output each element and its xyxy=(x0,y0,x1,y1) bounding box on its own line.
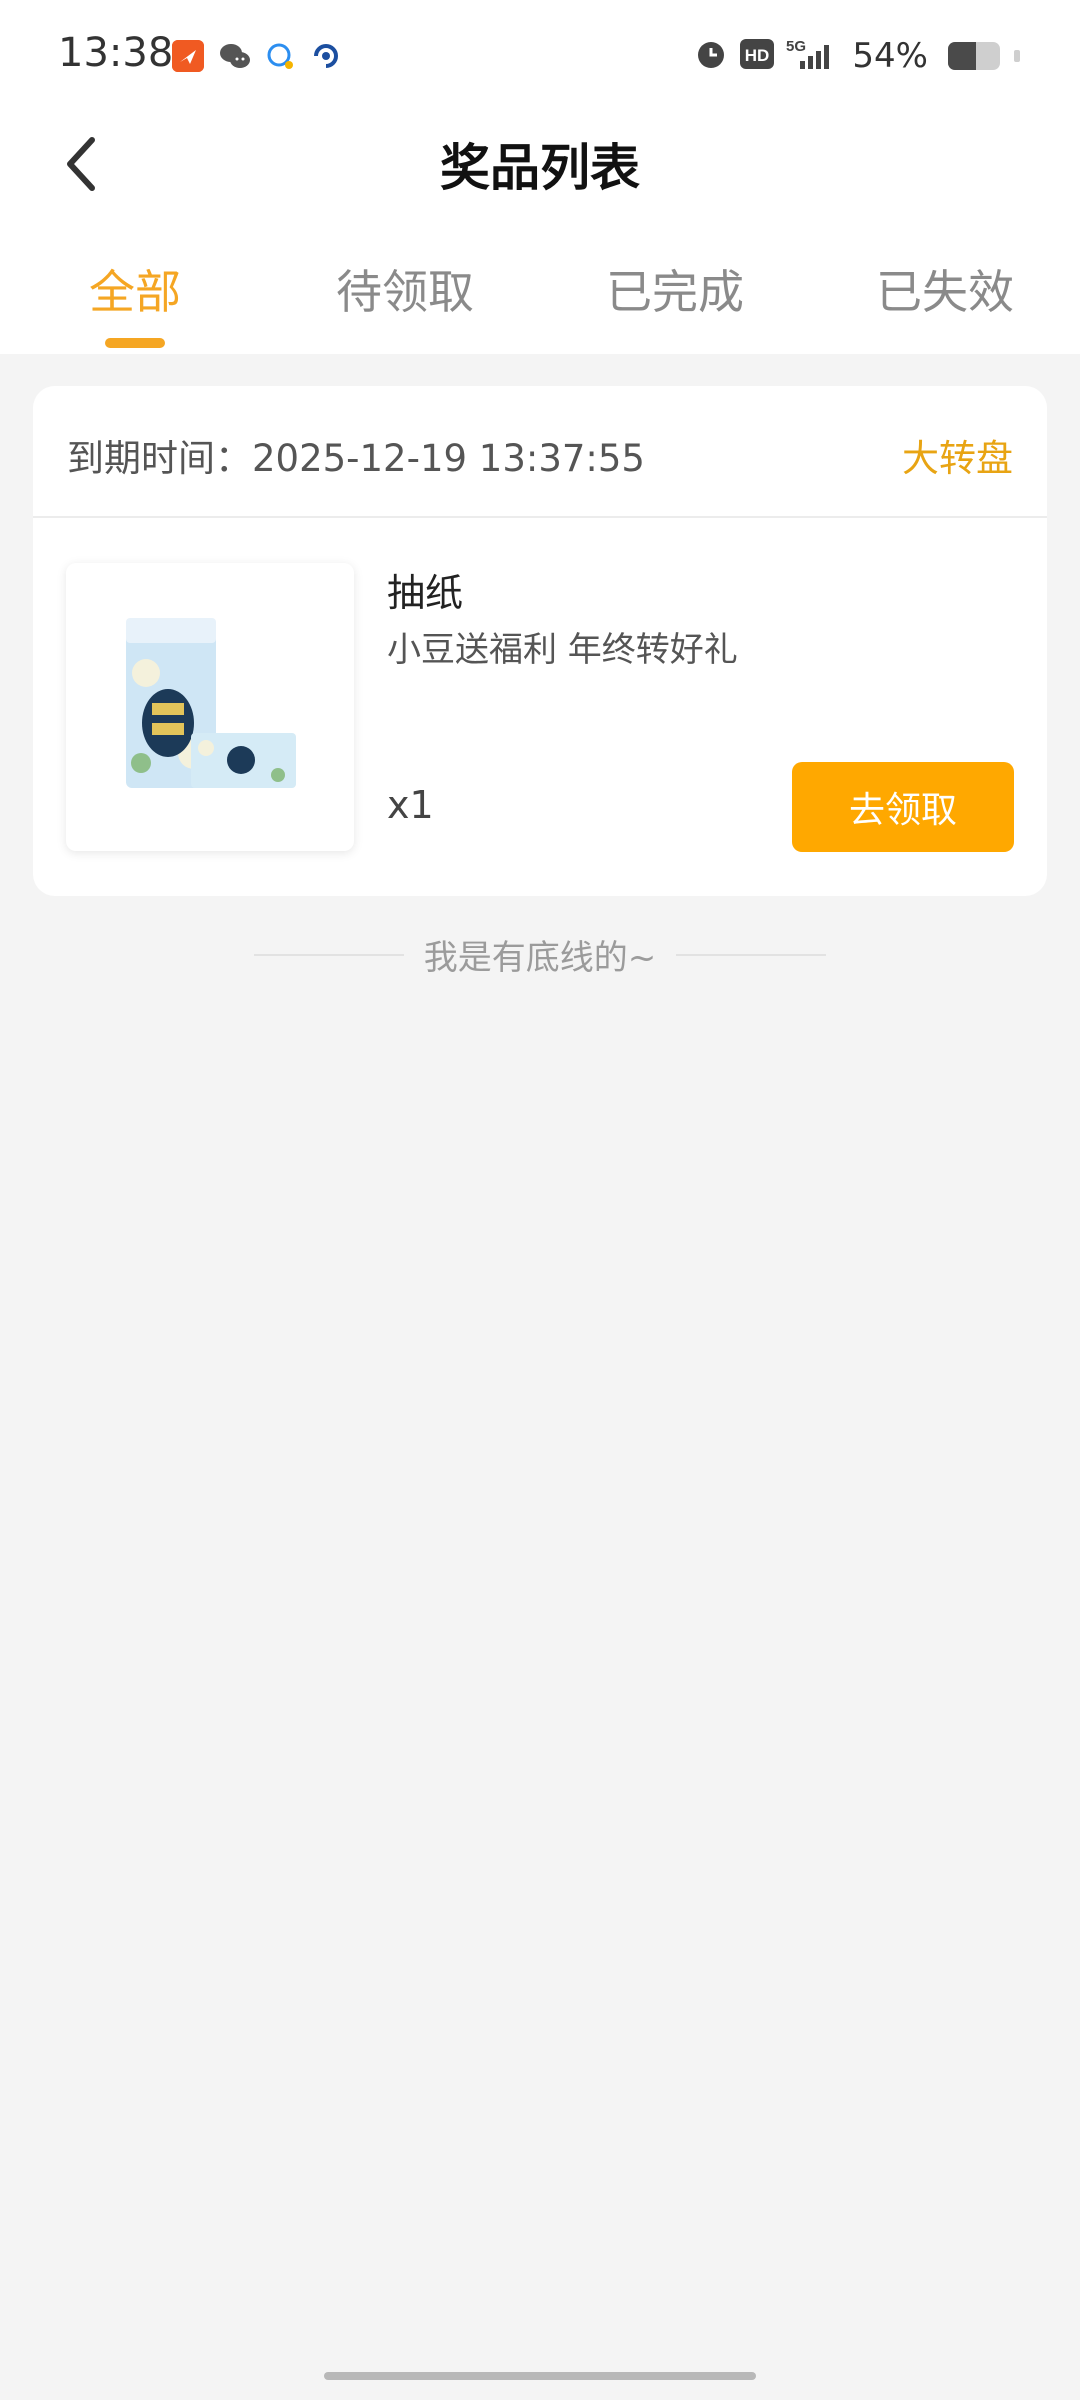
app-notification-icon xyxy=(172,40,204,72)
tab-expired[interactable]: 已失效 xyxy=(845,256,1045,322)
home-indicator[interactable] xyxy=(324,2372,756,2380)
product-description: 小豆送福利 年终转好礼 xyxy=(387,630,738,670)
tab-all[interactable]: 全部 xyxy=(35,256,235,322)
battery-icon xyxy=(948,42,1000,70)
tab-completed[interactable]: 已完成 xyxy=(575,256,775,322)
claim-button[interactable]: 去领取 xyxy=(792,762,1014,852)
product-quantity: x1 xyxy=(387,783,434,827)
active-tab-indicator xyxy=(105,338,165,348)
page-title: 奖品列表 xyxy=(440,139,640,197)
message-icon xyxy=(264,40,296,72)
alarm-icon xyxy=(694,37,728,75)
status-time: 13:38 xyxy=(58,30,174,76)
tab-pending[interactable]: 待领取 xyxy=(305,256,505,322)
notification-icons xyxy=(172,40,342,72)
5g-signal-icon: 5G xyxy=(786,37,834,75)
status-bar: 13:38 HD 5G 54% xyxy=(0,0,1080,110)
browser-icon xyxy=(310,40,342,72)
prize-card-body: 抽纸 小豆送福利 年终转好礼 x1 去领取 xyxy=(33,518,1047,896)
hd-icon: HD xyxy=(740,39,775,73)
prize-card: 到期时间：2025-12-19 13:37:55 大转盘 抽纸 小豆送福利 年终… xyxy=(33,386,1047,896)
product-name: 抽纸 xyxy=(387,571,464,615)
prize-source: 大转盘 xyxy=(902,437,1013,480)
end-of-list-text: 我是有底线的~ xyxy=(423,938,657,978)
tab-bar: 全部 待领取 已完成 已失效 xyxy=(0,220,1080,354)
hd-label: HD xyxy=(745,46,770,65)
end-of-list-divider: 我是有底线的~ xyxy=(0,930,1080,979)
status-right-icons: HD 5G 54% xyxy=(694,36,1020,76)
divider-line-left xyxy=(253,953,404,956)
battery-cap xyxy=(1014,50,1020,62)
network-label: 5G xyxy=(786,38,806,55)
prize-card-header: 到期时间：2025-12-19 13:37:55 大转盘 xyxy=(33,386,1047,518)
expiry-time: 到期时间：2025-12-19 13:37:55 xyxy=(67,437,645,480)
divider-line-right xyxy=(676,953,827,956)
battery-fill xyxy=(948,42,977,70)
battery-percent: 54% xyxy=(852,36,928,76)
product-image xyxy=(66,563,354,851)
screen: 13:38 HD 5G 54% 奖品列表 全部 待领取 已完成 已失效 到期时间… xyxy=(0,0,1080,2400)
header: 奖品列表 xyxy=(0,110,1080,220)
wechat-icon xyxy=(218,40,250,72)
